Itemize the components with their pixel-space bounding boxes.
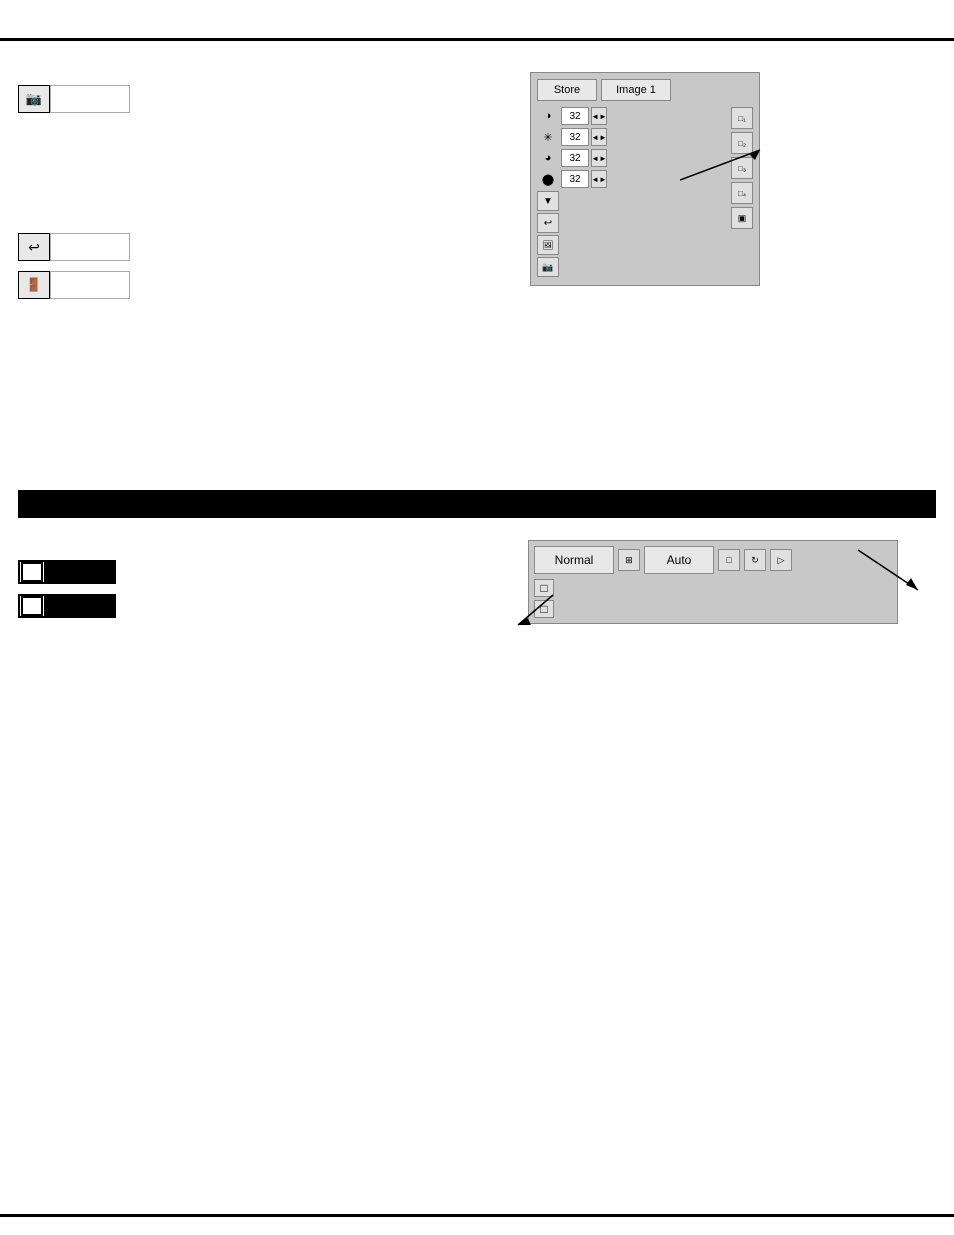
color-value: 32 xyxy=(561,149,589,167)
control-row-2: ✳ 32 ◄► xyxy=(537,128,725,146)
right-controls: □₁ □₂ □₃ □₄ ▣ xyxy=(731,107,753,279)
camera-label-box xyxy=(50,85,130,113)
undo-row: ↩ xyxy=(18,233,318,261)
normal-button[interactable]: Normal xyxy=(534,546,614,574)
control-row-3: ◕ 32 ◄► xyxy=(537,149,725,167)
image-icon-row: 🖼 xyxy=(537,235,725,255)
upper-right-panel: Store Image 1 ◑ 32 ◄► ✳ 32 ◄► ◕ 32 ◄► ⬤ xyxy=(530,72,760,286)
color-arrows[interactable]: ◄► xyxy=(591,149,607,167)
left-controls: ◑ 32 ◄► ✳ 32 ◄► ◕ 32 ◄► ⬤ 32 ◄► xyxy=(537,107,725,279)
down-arrow-icon[interactable]: ▼ xyxy=(537,191,559,211)
undo-icon-box[interactable]: ↩ xyxy=(18,233,50,261)
lower-icon-1-inner xyxy=(21,562,43,582)
square-btn-1[interactable]: □ xyxy=(718,549,740,571)
lower-icon-1[interactable] xyxy=(18,560,46,584)
tint-value: 32 xyxy=(561,170,589,188)
bottom-border xyxy=(0,1214,954,1217)
tint-icon: ⬤ xyxy=(537,170,559,188)
lower-panel-items: □ □ xyxy=(534,579,892,618)
lower-item-1 xyxy=(18,560,116,584)
panel-header: Store Image 1 xyxy=(537,79,753,101)
contrast-value: 32 xyxy=(561,107,589,125)
lower-icon-2-inner xyxy=(21,596,43,616)
top-border xyxy=(0,38,954,41)
contrast-arrows[interactable]: ◄► xyxy=(591,107,607,125)
auto-button[interactable]: Auto xyxy=(644,546,714,574)
annotation-arrow-2 xyxy=(0,270,150,350)
store-button[interactable]: Store xyxy=(537,79,597,101)
lower-panel-item-2[interactable]: □ xyxy=(534,600,554,618)
lower-label-1 xyxy=(46,560,116,584)
undo-label-box xyxy=(50,233,130,261)
image-slot-1[interactable]: □₁ xyxy=(731,107,753,129)
camera-icon-panel[interactable]: 📷 xyxy=(537,257,559,277)
expand-button[interactable]: ⊞ xyxy=(618,549,640,571)
contrast-icon: ◑ xyxy=(537,107,559,125)
image-slot-5[interactable]: ▣ xyxy=(731,207,753,229)
image-icon-panel[interactable]: 🖼 xyxy=(537,235,559,255)
rotate-button[interactable]: ↻ xyxy=(744,549,766,571)
lower-label-2 xyxy=(46,594,116,618)
color-icon: ◕ xyxy=(537,149,559,167)
brightness-value: 32 xyxy=(561,128,589,146)
lower-icon-2[interactable] xyxy=(18,594,46,618)
lower-panel-item-1[interactable]: □ xyxy=(534,579,554,597)
panel-bottom-icons: ▼ ↩ 🖼 📷 xyxy=(537,191,725,277)
lower-right-panel: Normal ⊞ Auto □ ↻ ▷ □ □ xyxy=(528,540,898,624)
lower-item-2 xyxy=(18,594,116,618)
square-btn-2[interactable]: ▷ xyxy=(770,549,792,571)
down-arrow-row: ▼ xyxy=(537,191,725,211)
camera-row: 📷 xyxy=(18,85,318,113)
camera-icon: 📷 xyxy=(26,91,42,107)
camera-icon-row: 📷 xyxy=(537,257,725,277)
control-row-1: ◑ 32 ◄► xyxy=(537,107,725,125)
brightness-arrows[interactable]: ◄► xyxy=(591,128,607,146)
control-row-4: ⬤ 32 ◄► xyxy=(537,170,725,188)
image-slot-3[interactable]: □₃ xyxy=(731,157,753,179)
image-button[interactable]: Image 1 xyxy=(601,79,671,101)
image-slot-2[interactable]: □₂ xyxy=(731,132,753,154)
brightness-icon: ✳ xyxy=(537,128,559,146)
section-divider xyxy=(18,490,936,518)
panel-controls-grid: ◑ 32 ◄► ✳ 32 ◄► ◕ 32 ◄► ⬤ 32 ◄► xyxy=(537,107,753,279)
image-slot-4[interactable]: □₄ xyxy=(731,182,753,204)
undo-icon-panel[interactable]: ↩ xyxy=(537,213,559,233)
lower-left xyxy=(18,560,116,628)
undo-row-panel: ↩ xyxy=(537,213,725,233)
tint-arrows[interactable]: ◄► xyxy=(591,170,607,188)
undo-icon: ↩ xyxy=(28,239,40,256)
camera-icon-box[interactable]: 📷 xyxy=(18,85,50,113)
lower-panel-header: Normal ⊞ Auto □ ↻ ▷ xyxy=(534,546,892,574)
